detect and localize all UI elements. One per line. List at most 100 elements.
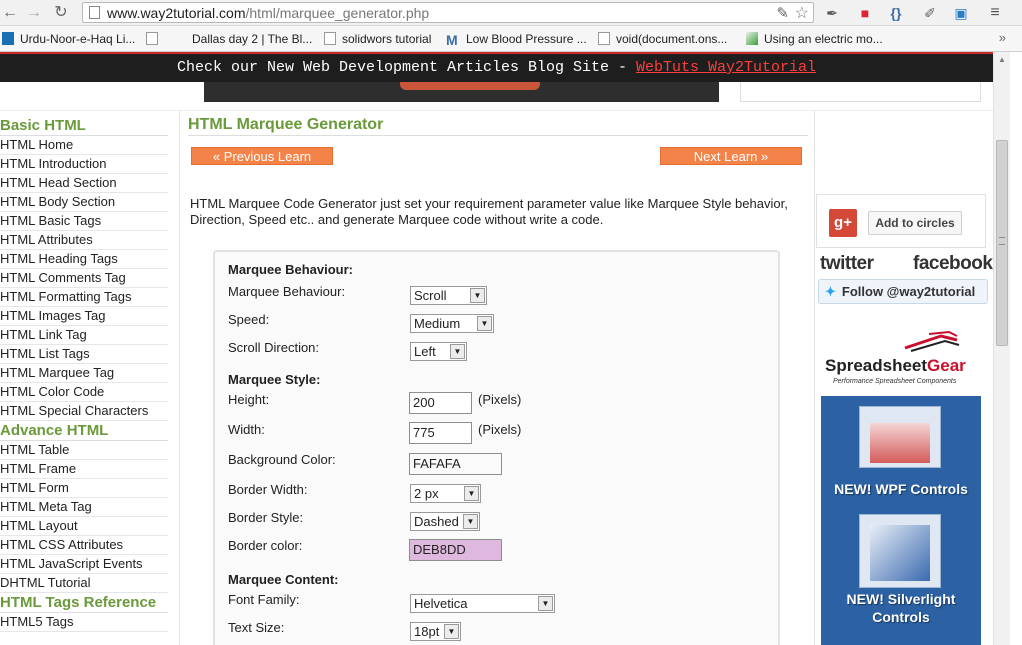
page-title: HTML Marquee Generator: [188, 114, 808, 136]
sidebar-advert[interactable]: SpreadsheetGear Performance Spreadsheet …: [821, 316, 981, 645]
facebook-logo[interactable]: facebook: [913, 253, 993, 275]
sidebar-link[interactable]: HTML Link Tag: [0, 326, 168, 345]
follow-twitter-button[interactable]: ✦ Follow @way2tutorial: [818, 279, 988, 304]
tool-extension-icon[interactable]: ✐: [920, 3, 940, 23]
width-label: Width:: [228, 422, 265, 437]
width-unit: (Pixels): [478, 422, 522, 437]
advert-logo-graphic: [904, 330, 960, 352]
advert-header: SpreadsheetGear Performance Spreadsheet …: [821, 316, 981, 396]
sidebar-link[interactable]: HTML Introduction: [0, 155, 168, 174]
sidebar-link[interactable]: DHTML Tutorial: [0, 574, 168, 593]
dropdown-arrow-icon[interactable]: ▼: [444, 624, 459, 639]
sidebar-link[interactable]: HTML Meta Tag: [0, 498, 168, 517]
advert-screenshot: [859, 514, 941, 588]
width-input[interactable]: 775: [409, 422, 472, 444]
speed-label: Speed:: [228, 312, 270, 327]
bookmark-item[interactable]: [146, 31, 164, 47]
sidebar-link[interactable]: HTML Heading Tags: [0, 250, 168, 269]
text-size-value: 18pt: [414, 624, 440, 639]
sidebar-link[interactable]: HTML Layout: [0, 517, 168, 536]
menu-icon[interactable]: ≡: [985, 3, 1005, 23]
sidebar-heading: Basic HTML: [0, 116, 168, 136]
dropdown-arrow-icon[interactable]: ▼: [464, 486, 479, 501]
extension-color-icon[interactable]: ■: [855, 3, 875, 23]
header-ad[interactable]: [204, 82, 719, 102]
back-icon[interactable]: ←: [0, 3, 20, 23]
sidebar-link[interactable]: HTML Formatting Tags: [0, 288, 168, 307]
speed-select[interactable]: Medium ▼: [410, 314, 494, 333]
scroll-thumb[interactable]: [996, 140, 1008, 346]
sidebar-link[interactable]: HTML Head Section: [0, 174, 168, 193]
sidebar-link[interactable]: HTML Form: [0, 479, 168, 498]
twitter-logo[interactable]: twitter: [820, 253, 874, 275]
bookmark-favicon-icon: [2, 32, 14, 45]
sidebar-link[interactable]: HTML5 Tags: [0, 613, 168, 632]
screen-extension-icon[interactable]: ▣: [951, 3, 971, 23]
pen-icon[interactable]: ✎: [776, 4, 789, 22]
border-style-select[interactable]: Dashed ▼: [410, 512, 480, 531]
sidebar-link[interactable]: HTML Marquee Tag: [0, 364, 168, 383]
forward-icon[interactable]: →: [24, 3, 44, 23]
dropdown-arrow-icon[interactable]: ▼: [450, 344, 465, 359]
sidebar-link[interactable]: HTML Body Section: [0, 193, 168, 212]
bgcolor-label: Background Color:: [228, 452, 336, 467]
text-size-select[interactable]: 18pt ▼: [410, 622, 461, 641]
bookmark-item[interactable]: solidwors tutorial: [324, 31, 431, 47]
bookmark-item[interactable]: Urdu-Noor-e-Haq Li...: [2, 31, 135, 47]
web-page: Check our New Web Development Articles B…: [0, 52, 1010, 645]
dropdown-arrow-icon[interactable]: ▼: [470, 288, 485, 303]
url-text[interactable]: www.way2tutorial.com/html/marquee_genera…: [107, 5, 429, 21]
bookmark-item[interactable]: Dallas day 2 | The Bl...: [192, 31, 312, 47]
json-extension-icon[interactable]: {}: [886, 3, 906, 23]
bookmark-star-icon[interactable]: ☆: [795, 3, 809, 23]
eyedropper-icon[interactable]: ✒: [822, 3, 842, 23]
behaviour-select[interactable]: Scroll ▼: [410, 286, 487, 305]
sidebar-link[interactable]: HTML List Tags: [0, 345, 168, 364]
sidebar-link[interactable]: HTML Home: [0, 136, 168, 155]
sidebar-link[interactable]: HTML Table: [0, 441, 168, 460]
dropdown-arrow-icon[interactable]: ▼: [463, 514, 478, 529]
address-bar[interactable]: www.way2tutorial.com/html/marquee_genera…: [82, 2, 814, 23]
sidebar-link[interactable]: HTML Special Characters: [0, 402, 168, 421]
border-style-value: Dashed: [414, 514, 459, 529]
advert-tagline: Performance Spreadsheet Components: [833, 378, 957, 385]
dropdown-arrow-icon[interactable]: ▼: [538, 596, 553, 611]
sidebar-link[interactable]: HTML Images Tag: [0, 307, 168, 326]
border-width-select[interactable]: 2 px ▼: [410, 484, 481, 503]
bgcolor-input[interactable]: FAFAFA: [409, 453, 502, 475]
header-divider: [0, 110, 993, 111]
height-input[interactable]: 200: [409, 392, 472, 414]
sidebar-divider: [179, 110, 180, 645]
next-learn-button[interactable]: Next Learn »: [660, 147, 802, 165]
bookmark-label: Urdu-Noor-e-Haq Li...: [20, 32, 136, 46]
direction-select[interactable]: Left ▼: [410, 342, 467, 361]
bookmark-label: Using an electric mo...: [764, 32, 883, 46]
border-color-label: Border color:: [228, 538, 303, 553]
add-to-circles-button[interactable]: Add to circles: [868, 211, 962, 235]
border-color-input[interactable]: DEB8DD: [409, 539, 502, 561]
style-section-heading: Marquee Style:: [228, 372, 321, 387]
border-width-value: 2 px: [414, 486, 439, 501]
page-scrollbar[interactable]: ▲: [993, 52, 1010, 645]
previous-learn-button[interactable]: « Previous Learn: [191, 147, 333, 165]
sidebar-link[interactable]: HTML Attributes: [0, 231, 168, 250]
page-icon: [146, 32, 158, 45]
banner-link[interactable]: WebTuts Way2Tutorial: [636, 59, 816, 76]
sidebar-link[interactable]: HTML Frame: [0, 460, 168, 479]
bookmark-label: void(document.ons...: [616, 32, 728, 46]
sidebar-link[interactable]: HTML Comments Tag: [0, 269, 168, 288]
google-plus-icon[interactable]: g+: [829, 209, 857, 237]
bookmark-item[interactable]: Using an electric mo...: [746, 31, 883, 47]
dropdown-arrow-icon[interactable]: ▼: [477, 316, 492, 331]
direction-value: Left: [414, 344, 436, 359]
sidebar-link[interactable]: HTML Basic Tags: [0, 212, 168, 231]
bookmarks-overflow-icon[interactable]: »: [999, 30, 1006, 45]
sidebar-link[interactable]: HTML Color Code: [0, 383, 168, 402]
bookmark-item[interactable]: M Low Blood Pressure ...: [446, 31, 587, 47]
scroll-up-icon[interactable]: ▲: [998, 55, 1006, 64]
bookmark-item[interactable]: void(document.ons...: [598, 31, 727, 47]
reload-icon[interactable]: ↻: [51, 3, 71, 23]
sidebar-link[interactable]: HTML CSS Attributes: [0, 536, 168, 555]
font-family-select[interactable]: Helvetica ▼: [410, 594, 555, 613]
sidebar-link[interactable]: HTML JavaScript Events: [0, 555, 168, 574]
